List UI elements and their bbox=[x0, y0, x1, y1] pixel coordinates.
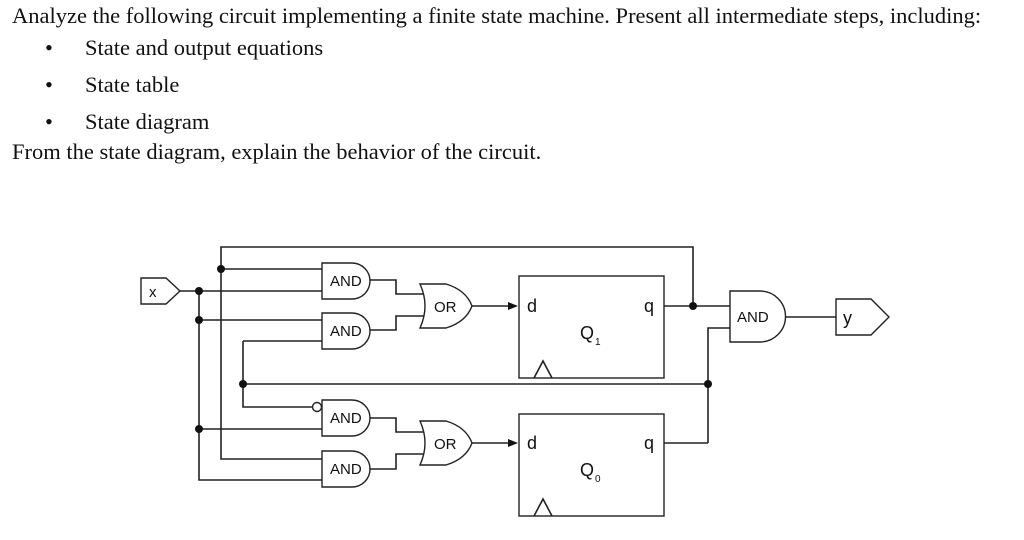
svg-text:AND: AND bbox=[330, 461, 362, 478]
inverter-bubble-icon bbox=[311, 401, 323, 413]
wire-and2-or1 bbox=[370, 315, 424, 331]
and-gate-1: AND bbox=[321, 262, 371, 300]
svg-text:Q: Q bbox=[580, 323, 594, 343]
input-x-port: x bbox=[140, 277, 182, 305]
svg-text:q: q bbox=[644, 296, 654, 316]
svg-text:AND: AND bbox=[330, 273, 362, 290]
junction-dot bbox=[217, 265, 225, 273]
and-gate-4: AND bbox=[321, 450, 371, 488]
fsm-circuit-diagram: x AND AND AND AND OR OR d q Q 1 d q Q 0 … bbox=[140, 246, 890, 517]
wire-q0-and3 bbox=[242, 341, 313, 408]
junction-dot bbox=[195, 316, 203, 324]
and-gate-output: AND bbox=[729, 290, 787, 343]
svg-text:d: d bbox=[527, 433, 537, 453]
junction-dot bbox=[239, 380, 247, 388]
svg-text:0: 0 bbox=[595, 474, 601, 485]
flipflop-q1: d q Q 1 bbox=[518, 275, 665, 379]
and-gate-3: AND bbox=[311, 399, 371, 437]
flipflop-q0: d q Q 0 bbox=[518, 413, 665, 517]
junction-dot bbox=[704, 380, 712, 388]
svg-text:OR: OR bbox=[434, 299, 457, 316]
svg-text:Q: Q bbox=[580, 460, 594, 480]
svg-text:AND: AND bbox=[330, 410, 362, 427]
junction-dot bbox=[689, 302, 697, 310]
arrow-icon bbox=[508, 439, 518, 447]
svg-text:y: y bbox=[843, 308, 852, 328]
and-gate-2: AND bbox=[321, 312, 371, 350]
junction-dot bbox=[195, 425, 203, 433]
svg-text:AND: AND bbox=[330, 323, 362, 340]
svg-text:x: x bbox=[149, 284, 157, 301]
wire-q0-andout bbox=[707, 327, 730, 384]
svg-text:d: d bbox=[527, 296, 537, 316]
svg-text:q: q bbox=[644, 433, 654, 453]
svg-text:OR: OR bbox=[434, 436, 457, 453]
wire-and1-or1 bbox=[370, 279, 424, 295]
svg-text:1: 1 bbox=[595, 337, 601, 348]
svg-text:AND: AND bbox=[737, 309, 769, 326]
output-y-port: y bbox=[835, 298, 890, 336]
junction-dot bbox=[195, 287, 203, 295]
wire-and4-or2 bbox=[370, 453, 424, 470]
or-gate-2: OR bbox=[418, 420, 473, 466]
arrow-icon bbox=[508, 302, 518, 310]
wire-and3-or2 bbox=[370, 417, 424, 433]
or-gate-1: OR bbox=[418, 283, 473, 329]
